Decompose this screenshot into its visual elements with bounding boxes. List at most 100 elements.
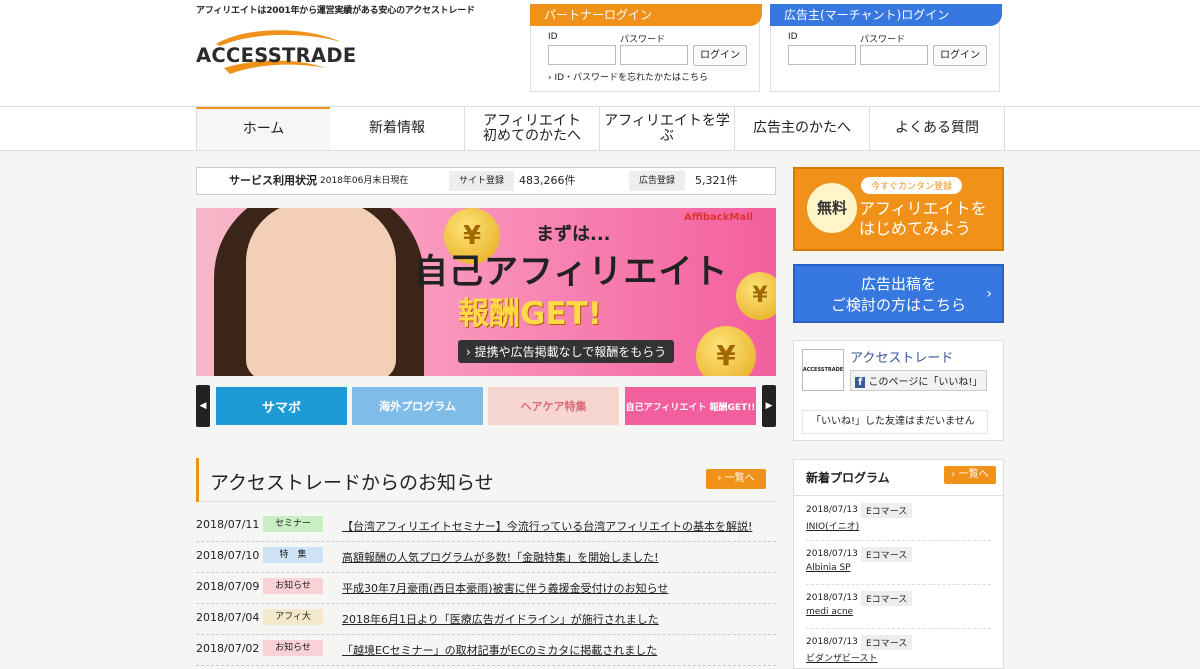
partner-password-label: パスワード bbox=[620, 35, 666, 45]
news-header-accent bbox=[196, 458, 199, 502]
news-more-button[interactable]: › 一覧へ bbox=[706, 469, 766, 489]
forgot-password-text: ID・パスワードを忘れたかたはこちら bbox=[554, 73, 709, 83]
hero-banner[interactable]: ¥ ¥ ¥ AffibackMall まずは... 自己アフィリエイト 報酬GE… bbox=[196, 208, 776, 376]
chevron-right-icon: › bbox=[986, 286, 992, 302]
news-link[interactable]: 高額報酬の人気プログラムが多数!「金融特集」を開始しました! bbox=[342, 549, 659, 565]
facebook-page-name[interactable]: アクセストレード bbox=[850, 347, 953, 366]
signup-heading-line-1: アフィリエイトを bbox=[859, 199, 987, 218]
banner-line-1: まずは... bbox=[536, 224, 611, 245]
nav-faq[interactable]: よくある質問 bbox=[870, 107, 1005, 150]
stats-as-of: 2018年06月末日現在 bbox=[320, 176, 409, 186]
tagline: アフィリエイトは2001年から運営実績がある安心のアクセストレード bbox=[196, 6, 475, 16]
program-link[interactable]: Albinia SP bbox=[806, 563, 851, 573]
news-date: 2018/07/11 bbox=[196, 518, 260, 531]
programs-more-button[interactable]: › 一覧へ bbox=[944, 466, 996, 484]
advertiser-line-1: 広告出稿を bbox=[860, 275, 936, 293]
facebook-widget: ACCESSTRADE アクセストレード f このページに「いいね!」 「いいね… bbox=[793, 340, 1004, 441]
carousel-thumb[interactable]: ヘアケア特集 bbox=[488, 387, 619, 425]
merchant-id-label: ID bbox=[788, 32, 798, 42]
program-link[interactable]: medi acne bbox=[806, 607, 853, 617]
news-category-badge: お知らせ bbox=[263, 578, 323, 594]
program-row: 2018/07/13 Eコマース INIO(イニオ) bbox=[806, 497, 991, 541]
banner-cta: › 提携や広告掲載なしで報酬をもらう bbox=[458, 340, 675, 363]
partner-login-title: パートナーログイン bbox=[530, 4, 762, 26]
partner-login-box: パートナーログイン ID パスワード ログイン › ID・パスワードを忘れたかた… bbox=[530, 4, 762, 92]
site-count-value: 483,266件 bbox=[519, 174, 576, 187]
carousel-thumb[interactable]: 自己アフィリエイト 報酬GET!! bbox=[625, 387, 756, 425]
news-header: アクセストレードからのお知らせ › 一覧へ bbox=[196, 458, 776, 502]
coin-icon: ¥ bbox=[696, 326, 756, 376]
signup-heading-line-2: はじめてみよう bbox=[859, 219, 972, 238]
ad-count-value: 5,321件 bbox=[695, 174, 738, 187]
merchant-login-button[interactable]: ログイン bbox=[933, 45, 987, 66]
partner-password-input[interactable] bbox=[620, 45, 688, 65]
news-category-badge: アフィ大 bbox=[263, 609, 323, 625]
accesstrade-logo[interactable]: ACCESSTRADE bbox=[196, 28, 356, 86]
new-programs-panel: 新着プログラム › 一覧へ 2018/07/13 Eコマース INIO(イニオ)… bbox=[793, 459, 1004, 669]
banner-brand: AffibackMall bbox=[684, 212, 753, 223]
news-title: アクセストレードからのお知らせ bbox=[210, 472, 494, 494]
nav-beginners[interactable]: アフィリエイト 初めてのかたへ bbox=[465, 107, 600, 150]
new-programs-title: 新着プログラム bbox=[806, 471, 890, 485]
nav-advertisers[interactable]: 広告主のかたへ bbox=[735, 107, 870, 150]
forgot-password-link[interactable]: › ID・パスワードを忘れたかたはこちら bbox=[548, 70, 708, 83]
signup-pill: 今すぐカンタン登録 bbox=[861, 177, 963, 194]
news-row: 2018/07/09 お知らせ 平成30年7月豪雨(西日本豪雨)被害に伴う義援金… bbox=[196, 573, 776, 604]
news-row: 2018/07/02 お知らせ 「越境ECセミナー」の取材記事がECのミカタに掲… bbox=[196, 635, 776, 666]
coin-icon: ¥ bbox=[736, 272, 776, 320]
program-date: 2018/07/13 bbox=[806, 505, 858, 515]
merchant-password-input[interactable] bbox=[860, 45, 928, 65]
news-category-badge: 特 集 bbox=[263, 547, 323, 563]
logo-text: ACCESSTRADE bbox=[196, 44, 357, 67]
carousel-thumb[interactable]: 海外プログラム bbox=[352, 387, 483, 425]
news-category-badge: セミナー bbox=[263, 516, 323, 532]
site-header: アフィリエイトは2001年から運営実績がある安心のアクセストレード ACCESS… bbox=[0, 0, 1200, 106]
program-date: 2018/07/13 bbox=[806, 549, 858, 559]
news-link[interactable]: 平成30年7月豪雨(西日本豪雨)被害に伴う義援金受付けのお知らせ bbox=[342, 580, 668, 596]
program-date: 2018/07/13 bbox=[806, 593, 858, 603]
banner-line-2: 自己アフィリエイト bbox=[414, 252, 729, 292]
program-row: 2018/07/13 Eコマース medi acne bbox=[806, 585, 991, 629]
nav-home[interactable]: ホーム bbox=[196, 107, 331, 150]
program-category: Eコマース bbox=[861, 547, 913, 562]
news-row: 2018/07/11 セミナー 【台湾アフィリエイトセミナー】今流行っている台湾… bbox=[196, 511, 776, 542]
merchant-id-input[interactable] bbox=[788, 45, 856, 65]
stats-label: サービス利用状況 bbox=[229, 174, 317, 187]
news-link[interactable]: 【台湾アフィリエイトセミナー】今流行っている台湾アフィリエイトの基本を解説! bbox=[342, 518, 752, 534]
carousel-next-button[interactable]: ▶ bbox=[762, 385, 776, 427]
advertiser-line-2: ご検討の方はこちら bbox=[830, 296, 966, 314]
program-category: Eコマース bbox=[861, 503, 913, 518]
news-date: 2018/07/04 bbox=[196, 611, 260, 624]
advertiser-banner[interactable]: 広告出稿を ご検討の方はこちら › bbox=[793, 264, 1004, 323]
facebook-icon: f bbox=[855, 377, 866, 388]
news-link[interactable]: 「越境ECセミナー」の取材記事がECのミカタに掲載されました bbox=[342, 642, 657, 658]
partner-id-label: ID bbox=[548, 32, 558, 42]
news-date: 2018/07/10 bbox=[196, 549, 260, 562]
program-link[interactable]: ビダンザビースト bbox=[806, 651, 878, 664]
partner-login-button[interactable]: ログイン bbox=[693, 45, 747, 66]
affiliate-signup-banner[interactable]: 無料 今すぐカンタン登録 アフィリエイトを はじめてみよう bbox=[793, 167, 1004, 251]
main-nav: ホーム 新着情報 アフィリエイト 初めてのかたへ アフィリエイトを学ぶ 広告主の… bbox=[0, 106, 1200, 151]
divider bbox=[794, 495, 1003, 496]
banner-model-face bbox=[246, 208, 396, 376]
facebook-friends-text: 「いいね!」した友達はまだいません bbox=[802, 410, 988, 434]
news-category-badge: お知らせ bbox=[263, 640, 323, 656]
nav-news[interactable]: 新着情報 bbox=[330, 107, 465, 150]
service-stats: サービス利用状況 2018年06月末日現在 サイト登録 483,266件 広告登… bbox=[196, 167, 776, 195]
news-row: 2018/07/04 アフィ大 2018年6月1日より「医療広告ガイドライン」が… bbox=[196, 604, 776, 635]
facebook-page-logo[interactable]: ACCESSTRADE bbox=[802, 349, 844, 391]
program-row: 2018/07/13 Eコマース ビダンザビースト bbox=[806, 629, 991, 669]
ad-count-label: 広告登録 bbox=[629, 171, 686, 191]
news-link[interactable]: 2018年6月1日より「医療広告ガイドライン」が施行されました bbox=[342, 611, 659, 627]
carousel-thumb[interactable]: サマボ bbox=[216, 387, 347, 425]
nav-learn[interactable]: アフィリエイトを学ぶ bbox=[600, 107, 735, 150]
facebook-like-button[interactable]: f このページに「いいね!」 bbox=[850, 370, 988, 391]
program-category: Eコマース bbox=[861, 635, 913, 650]
banner-carousel: ◀ サマボ 海外プログラム ヘアケア特集 自己アフィリエイト 報酬GET!! ▶ bbox=[196, 385, 776, 427]
program-link[interactable]: INIO(イニオ) bbox=[806, 519, 859, 532]
news-row: 2018/07/10 特 集 高額報酬の人気プログラムが多数!「金融特集」を開始… bbox=[196, 542, 776, 573]
banner-line-3: 報酬GET! bbox=[458, 296, 602, 332]
carousel-prev-button[interactable]: ◀ bbox=[196, 385, 210, 427]
free-badge: 無料 bbox=[807, 183, 857, 233]
partner-id-input[interactable] bbox=[548, 45, 616, 65]
